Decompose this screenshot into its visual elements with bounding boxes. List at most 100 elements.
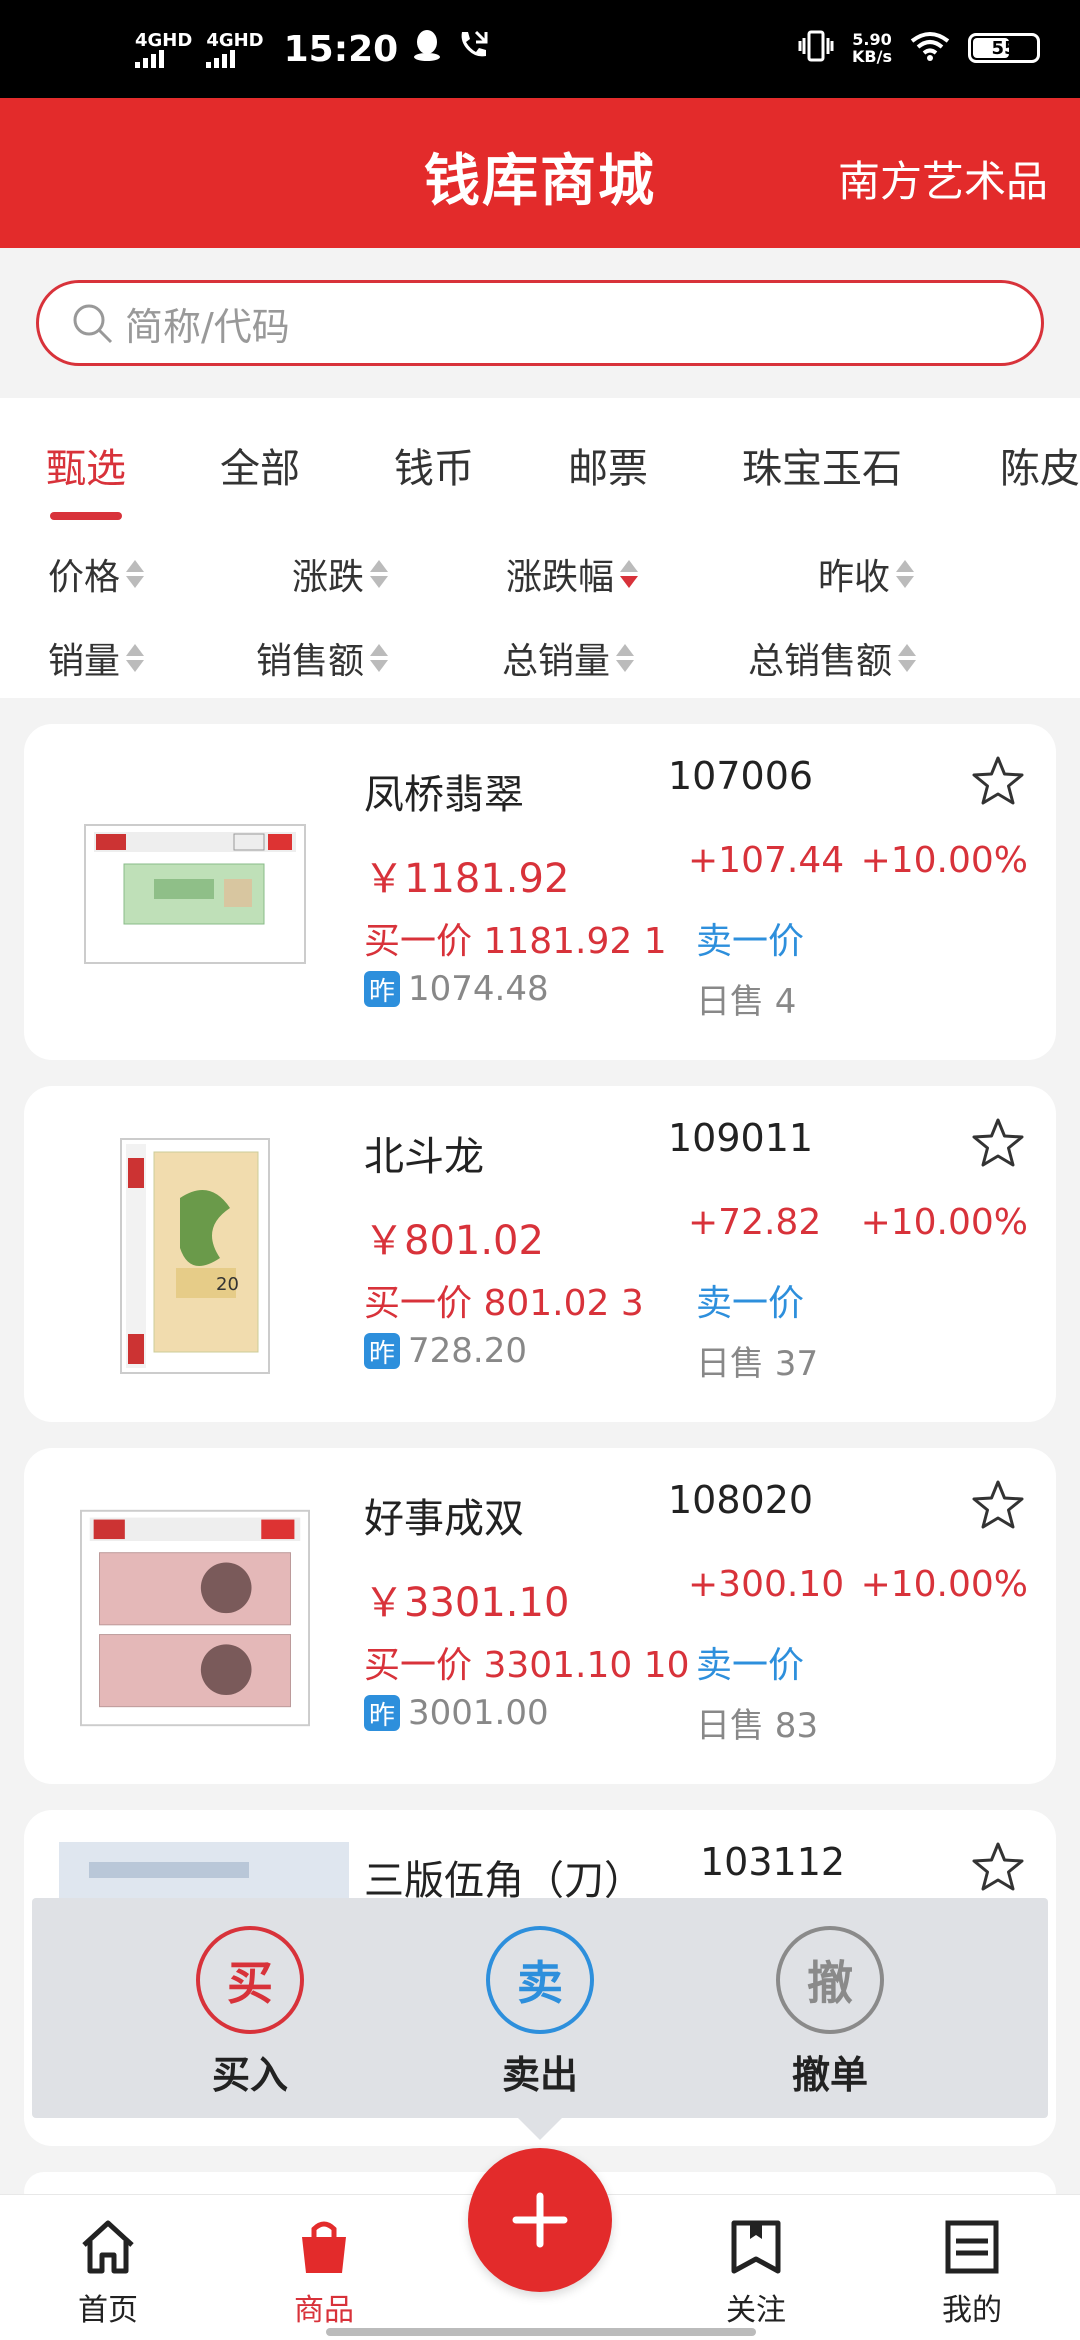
product-card[interactable]: 好事成双 108020 ￥3301.10 +300.10 +10.00% 买一价… (24, 1448, 1056, 1784)
sort-change-pct[interactable]: 涨跌幅 (506, 548, 639, 600)
buy-label: 买入 (211, 2053, 288, 2097)
prev-close-value: 3001.00 (408, 1693, 549, 1733)
sell-button[interactable]: 卖 卖出 (470, 1926, 610, 2099)
home-indicator[interactable] (326, 2328, 756, 2336)
signal-2-icon: 4GHD (206, 29, 264, 68)
tab-featured[interactable]: 甄选 (46, 436, 126, 494)
sort-volume[interactable]: 销量 (48, 632, 145, 684)
signal-1-label: 4GHD (135, 29, 193, 51)
product-image: 20 (80, 1138, 310, 1374)
signal-1-icon: 4GHD (135, 29, 193, 68)
prev-close: 昨 728.20 (364, 1331, 527, 1371)
product-change: +72.82 (688, 1202, 822, 1243)
buy-one-price: 买一价 801.02 3 (364, 1283, 644, 1324)
star-icon[interactable] (970, 1116, 1026, 1172)
home-icon (82, 2220, 134, 2274)
sort-arrows-icon (126, 560, 145, 588)
search-area: 简称/代码 (0, 248, 1080, 398)
plus-icon (512, 2192, 568, 2248)
wifi-icon (910, 31, 950, 65)
buy-icon: 买 (196, 1926, 304, 2034)
search-input[interactable]: 简称/代码 (36, 280, 1044, 366)
sort-change-pct-label: 涨跌幅 (506, 557, 615, 598)
product-code: 103112 (700, 1840, 846, 1884)
sort-sales-amount-label: 销售额 (256, 641, 365, 682)
star-icon[interactable] (970, 1478, 1026, 1534)
product-card[interactable]: 20 北斗龙 109011 ￥801.02 +72.82 +10.00% 买一价… (24, 1086, 1056, 1422)
nav-home-label: 首页 (78, 2293, 138, 2328)
tab-jewelry[interactable]: 珠宝玉石 (742, 436, 902, 494)
nav-home[interactable]: 首页 (38, 2215, 178, 2329)
sort-sales-amount[interactable]: 销售额 (256, 632, 389, 684)
nav-products[interactable]: 商品 (254, 2215, 394, 2329)
app-header: 钱库商城 南方艺术品 (0, 98, 1080, 248)
sort-total-sales-amount[interactable]: 总销售额 (748, 632, 917, 684)
battery-icon: 55 (968, 33, 1040, 63)
status-bar: 4GHD 4GHD 15:20 5.90 KB/s 55 (0, 0, 1080, 98)
search-placeholder: 简称/代码 (125, 304, 290, 349)
tab-tangerine-peel[interactable]: 陈皮 (1000, 436, 1080, 494)
tab-all[interactable]: 全部 (220, 436, 300, 494)
sort-price[interactable]: 价格 (48, 548, 145, 600)
tab-stamps[interactable]: 邮票 (568, 436, 648, 494)
daily-sales: 日售 37 (696, 1344, 819, 1384)
vibrate-icon (798, 30, 834, 66)
sell-one-price: 卖一价 (696, 1283, 805, 1324)
sort-change-label: 涨跌 (292, 557, 365, 598)
star-icon[interactable] (970, 1840, 1026, 1896)
sort-arrows-icon (616, 644, 635, 672)
battery-level: 55 (991, 37, 1017, 59)
sell-one-price: 卖一价 (696, 1645, 805, 1686)
sort-volume-label: 销量 (48, 641, 121, 682)
product-name: 好事成双 (364, 1496, 524, 1542)
sort-controls: 价格 涨跌 涨跌幅 昨收 销量 销售额 总销量 总销售额 (0, 528, 1080, 698)
shopping-bag-icon (302, 2221, 346, 2273)
status-time: 15:20 (283, 29, 399, 70)
sort-total-sales-amount-label: 总销售额 (748, 641, 893, 682)
nav-follow-label: 关注 (726, 2293, 786, 2328)
star-icon[interactable] (970, 754, 1026, 810)
header-right-link[interactable]: 南方艺术品 (838, 148, 1048, 209)
tab-coins[interactable]: 钱币 (394, 436, 474, 494)
nav-mine-label: 我的 (942, 2293, 1002, 2328)
product-price: ￥3301.10 (364, 1580, 570, 1626)
sort-total-volume[interactable]: 总销量 (502, 632, 635, 684)
cancel-order-button[interactable]: 撤 撤单 (760, 1926, 900, 2099)
buy-one-price: 买一价 1181.92 1 (364, 921, 667, 962)
prev-close-badge: 昨 (364, 971, 400, 1007)
product-name: 凤桥翡翠 (364, 772, 524, 818)
product-change-pct: +10.00% (860, 1564, 1028, 1605)
nav-products-label: 商品 (294, 2293, 354, 2328)
product-card[interactable]: 凤桥翡翠 107006 ￥1181.92 +107.44 +10.00% 买一价… (24, 724, 1056, 1060)
network-speed-unit: KB/s (852, 47, 892, 66)
sort-prev-close[interactable]: 昨收 (818, 548, 915, 600)
product-change: +107.44 (688, 840, 845, 881)
missed-call-icon (456, 28, 490, 71)
product-code: 108020 (668, 1478, 814, 1522)
nav-mine[interactable]: 我的 (902, 2215, 1042, 2329)
sort-change[interactable]: 涨跌 (292, 548, 389, 600)
product-change-pct: +10.00% (860, 1202, 1028, 1243)
prev-close-badge: 昨 (364, 1695, 400, 1731)
sort-prev-close-label: 昨收 (818, 557, 891, 598)
buy-button[interactable]: 买 买入 (180, 1926, 320, 2099)
sort-arrows-icon (370, 644, 389, 672)
daily-sales: 日售 83 (696, 1706, 819, 1746)
sort-price-label: 价格 (48, 557, 121, 598)
product-price: ￥801.02 (364, 1218, 544, 1264)
sort-arrows-active-icon (620, 560, 639, 588)
signal-2-label: 4GHD (206, 29, 264, 51)
trade-action-popup: 买 买入 卖 卖出 撤 撤单 (32, 1898, 1048, 2140)
sort-arrows-icon (126, 644, 145, 672)
network-speed: 5.90 KB/s (852, 31, 892, 65)
svg-text:20: 20 (216, 1274, 239, 1295)
add-button[interactable] (468, 2148, 612, 2292)
prev-close-value: 728.20 (408, 1331, 527, 1371)
product-change: +300.10 (688, 1564, 845, 1605)
buy-one-price: 买一价 3301.10 10 (364, 1645, 690, 1686)
cancel-order-icon: 撤 (776, 1926, 884, 2034)
sort-arrows-icon (898, 644, 917, 672)
tab-active-indicator (50, 512, 122, 520)
product-code: 107006 (668, 754, 814, 798)
nav-follow[interactable]: 关注 (686, 2215, 826, 2329)
